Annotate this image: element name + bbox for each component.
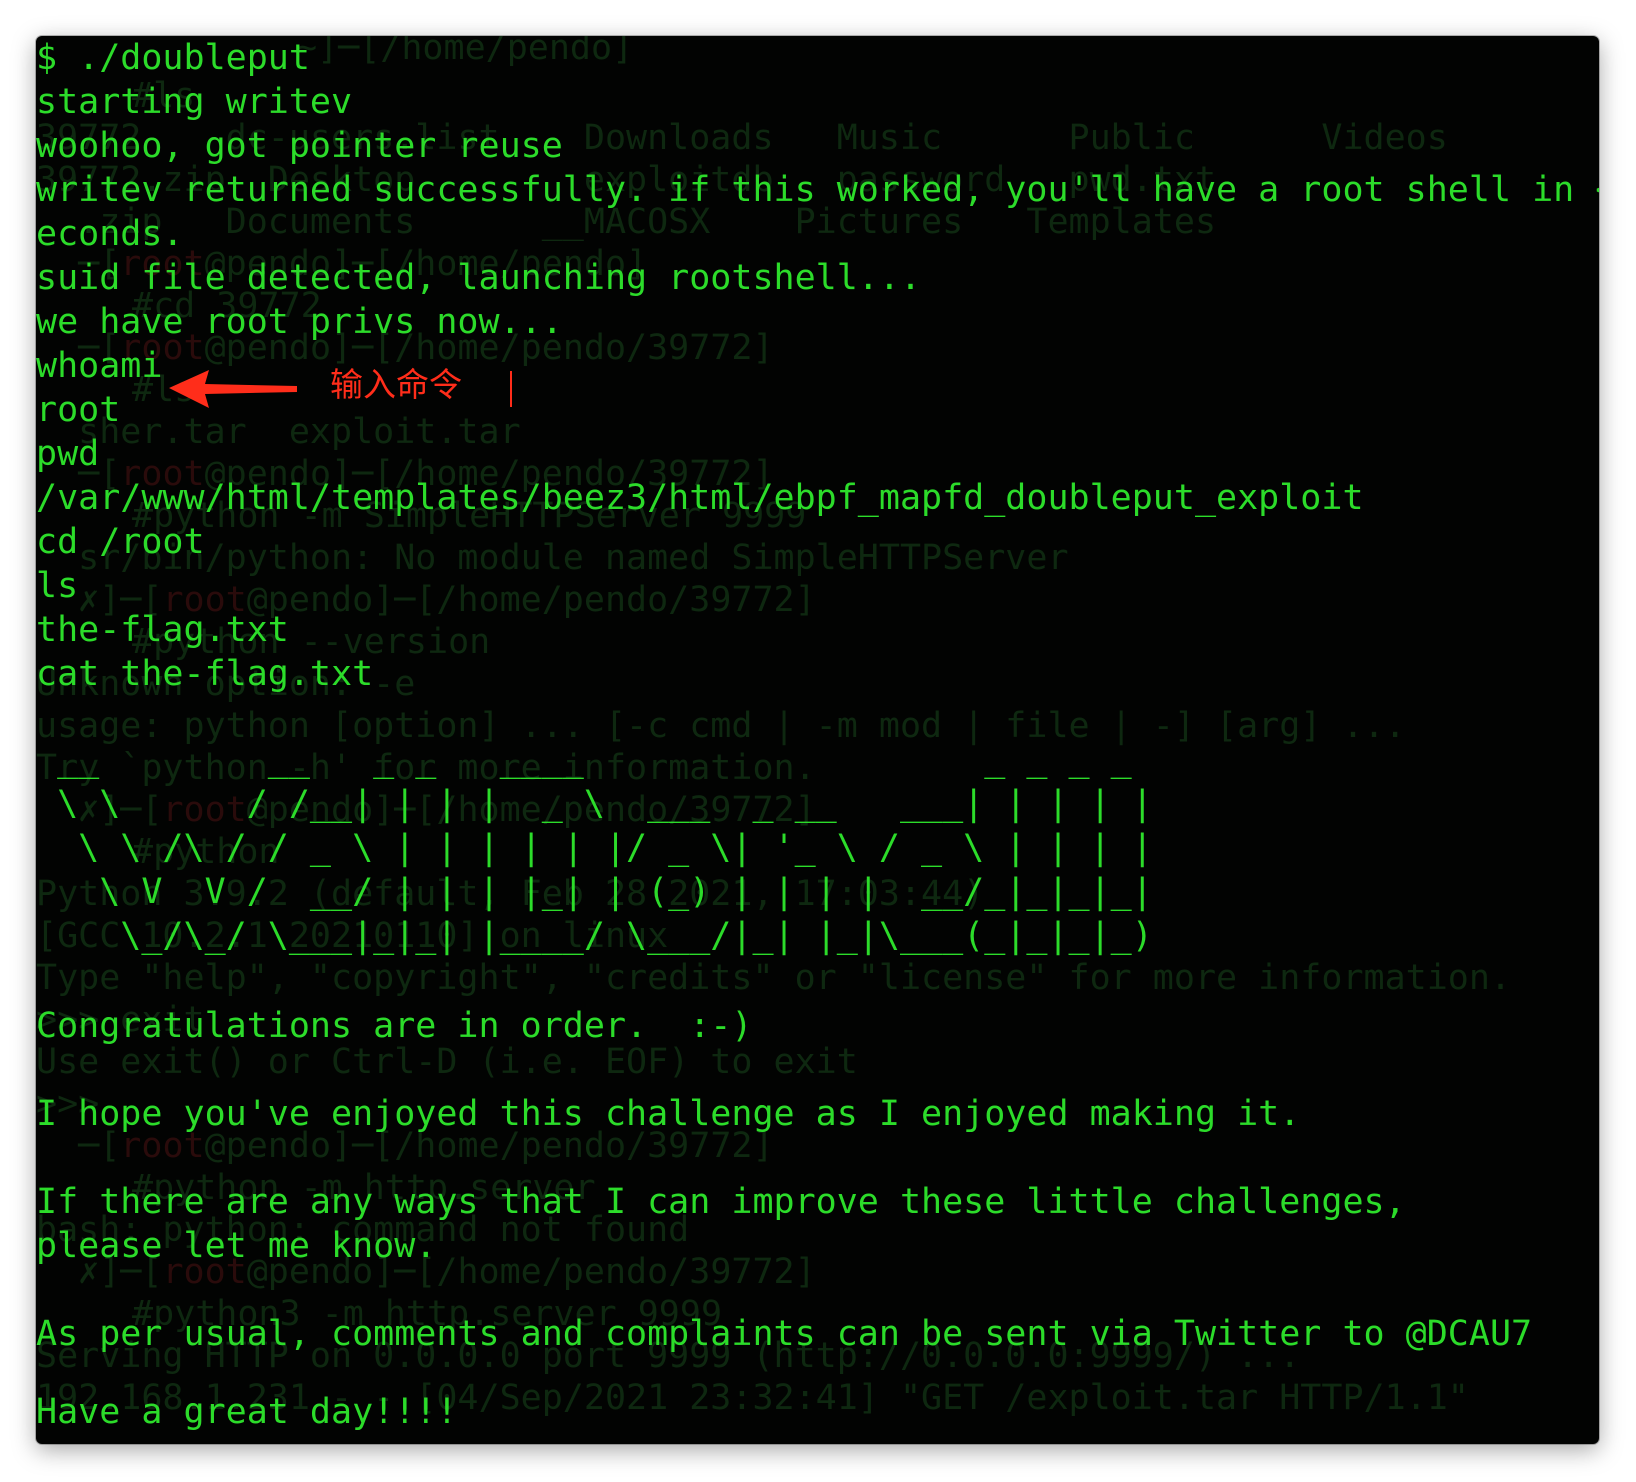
terminal-line: $ ./doubleput bbox=[36, 38, 310, 78]
command-ls: ls bbox=[36, 566, 79, 606]
terminal-line: starting writev bbox=[36, 82, 353, 122]
terminal-line: we have root privs now... bbox=[36, 302, 563, 342]
terminal-line: woohoo, got pointer reuse bbox=[36, 126, 563, 166]
well-done-ascii-art: __ __ _ _ ____ _ _ _ _ \ \ / /__| | | | … bbox=[57, 740, 1153, 956]
message-line: Have a great day!!!! bbox=[36, 1392, 458, 1432]
command-cd: cd /root bbox=[36, 522, 205, 562]
terminal-line: the-flag.txt bbox=[36, 610, 289, 650]
terminal-line: suid file detected, launching rootshell.… bbox=[36, 258, 922, 298]
message-line: Congratulations are in order. :-) bbox=[36, 1006, 753, 1046]
message-line: As per usual, comments and complaints ca… bbox=[36, 1314, 1533, 1354]
terminal-line: /var/www/html/templates/beez3/html/ebpf_… bbox=[36, 478, 1364, 518]
terminal-window[interactable]: ~]─[/home/pendo] #ls 39772 dc-users.list… bbox=[36, 36, 1599, 1444]
command-pwd: pwd bbox=[36, 434, 100, 474]
message-line: I hope you've enjoyed this challenge as … bbox=[36, 1094, 1301, 1134]
command-cat: cat the-flag.txt bbox=[36, 654, 374, 694]
message-line: please let me know. bbox=[36, 1226, 437, 1266]
terminal-line: econds. bbox=[36, 214, 184, 254]
terminal-line: root bbox=[36, 390, 121, 430]
terminal-output[interactable]: $ ./doubleput starting writev woohoo, go… bbox=[36, 36, 1599, 1432]
command-whoami: whoami bbox=[36, 346, 163, 386]
message-line: If there are any ways that I can improve… bbox=[36, 1182, 1406, 1222]
text-caret bbox=[510, 371, 512, 407]
annotation-label: 输入命令 bbox=[330, 365, 462, 404]
terminal-line: writev returned successfully. if this wo… bbox=[36, 170, 1599, 210]
